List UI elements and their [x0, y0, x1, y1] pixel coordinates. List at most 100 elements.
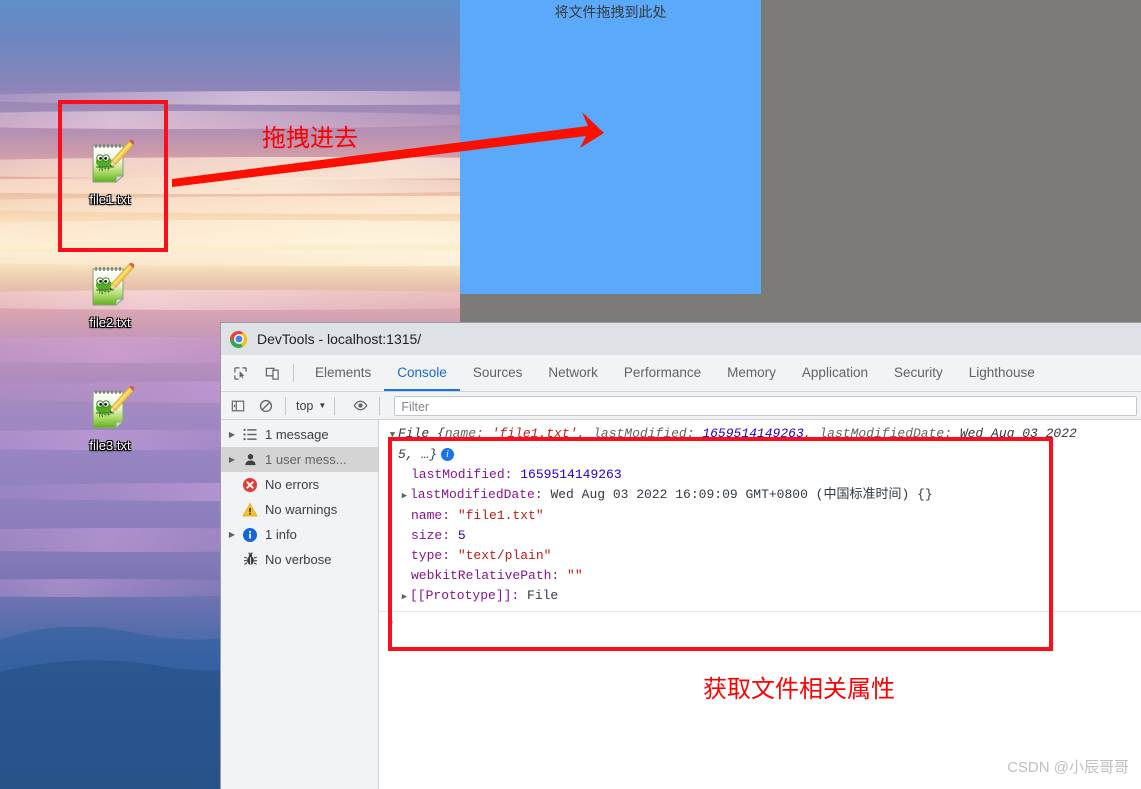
tab-memory[interactable]: Memory: [714, 355, 789, 391]
sidebar-item-user-messages[interactable]: ▶ 1 user mess...: [221, 447, 378, 472]
info-icon: [239, 527, 261, 543]
inspect-element-icon[interactable]: [227, 360, 253, 386]
csdn-watermark: CSDN @小辰哥哥: [1007, 759, 1129, 776]
console-sidebar: ▶ 1 message ▶ 1 user mess... No errors N…: [221, 420, 379, 789]
user-icon: [239, 452, 261, 467]
toolbar-divider: [293, 364, 294, 382]
sidebar-item-errors[interactable]: No errors: [221, 472, 378, 497]
list-icon: [239, 428, 261, 441]
console-toolbar-divider-2: [334, 396, 336, 415]
desktop-icon-label: file2.txt: [89, 315, 131, 330]
drop-zone-label: 将文件拖拽到此处: [554, 4, 667, 20]
log-summary-prefix: File {: [398, 426, 445, 441]
sidebar-item-verbose[interactable]: No verbose: [221, 547, 378, 572]
sidebar-item-messages[interactable]: ▶ 1 message: [221, 422, 378, 447]
prop-value: "file1.txt": [457, 508, 544, 523]
prop-key: size:: [411, 528, 451, 543]
tab-application[interactable]: Application: [789, 355, 881, 391]
tab-sources[interactable]: Sources: [460, 355, 536, 391]
file-drop-zone[interactable]: 将文件拖拽到此处: [460, 0, 761, 294]
execution-context-select[interactable]: top ▼: [296, 399, 326, 413]
log-summary-sep2: ,: [803, 426, 812, 441]
desktop-icon-label: file3.txt: [89, 438, 131, 453]
log-prop-prototype[interactable]: ▶ [[Prototype]]: File: [379, 586, 1141, 607]
sidebar-item-label: 1 message: [265, 427, 329, 442]
expand-toggle-icon[interactable]: ▼: [387, 425, 398, 445]
tab-console[interactable]: Console: [384, 355, 460, 391]
console-output: ▼ File {name: 'file1.txt', lastModified: …: [379, 420, 1141, 789]
console-toolbar-divider-3: [379, 396, 381, 415]
log-summary-wrap-tail: 5, …}: [398, 447, 438, 462]
sidebar-item-label: 1 user mess...: [265, 452, 347, 467]
log-info-badge-icon[interactable]: i: [441, 448, 455, 461]
prop-value: 1659514149263: [520, 467, 622, 482]
sidebar-item-label: No errors: [265, 477, 320, 492]
chevron-right-icon[interactable]: ▶: [225, 430, 239, 439]
chevron-right-icon[interactable]: ▶: [399, 587, 410, 607]
tab-network[interactable]: Network: [535, 355, 611, 391]
chrome-logo-icon: [230, 330, 247, 348]
chevron-down-icon: ▼: [318, 401, 327, 410]
log-summary-key-lastmodified: lastModified:: [593, 426, 695, 441]
prop-value: Wed Aug 03 2022 16:09:09 GMT+0800 (中国标准时…: [550, 487, 933, 502]
devtools-title: DevTools - localhost:1315/: [257, 331, 422, 347]
devtools-titlebar: DevTools - localhost:1315/: [221, 323, 1141, 355]
tab-lighthouse[interactable]: Lighthouse: [956, 355, 1048, 391]
console-toolbar: top ▼ Filter: [221, 392, 1141, 420]
prop-value: File: [527, 588, 559, 603]
console-body: ▶ 1 message ▶ 1 user mess... No errors N…: [221, 420, 1141, 789]
sidebar-item-label: No verbose: [265, 552, 332, 567]
log-summary-key-name: name:: [444, 426, 484, 441]
notepadpp-document-icon: N++: [86, 138, 136, 188]
sidebar-item-label: No warnings: [265, 502, 338, 517]
sidebar-item-info[interactable]: ▶ 1 info: [221, 522, 378, 547]
prompt-caret-icon: ❯: [387, 615, 395, 630]
chevron-right-icon[interactable]: ▶: [225, 455, 239, 464]
browser-viewport: 将文件拖拽到此处: [460, 0, 1141, 322]
devtools-window: DevTools - localhost:1315/ Elements Cons…: [220, 322, 1141, 789]
desktop-icon-file1[interactable]: N++ file1.txt: [62, 138, 158, 207]
tab-security[interactable]: Security: [881, 355, 956, 391]
console-prompt[interactable]: ❯: [379, 612, 1141, 634]
show-console-sidebar-icon[interactable]: [227, 395, 249, 417]
desktop-icon-file2[interactable]: N++ file2.txt: [62, 261, 158, 330]
filter-input[interactable]: Filter: [394, 395, 1137, 416]
live-expression-icon[interactable]: [349, 395, 371, 417]
console-log-entry[interactable]: ▼ File {name: 'file1.txt', lastModified: …: [379, 420, 1141, 634]
chevron-right-icon[interactable]: ▶: [399, 486, 410, 506]
sidebar-item-warnings[interactable]: No warnings: [221, 497, 378, 522]
chevron-right-icon[interactable]: ▶: [225, 530, 239, 539]
execution-context-value: top: [296, 398, 314, 413]
warning-icon: [239, 502, 261, 518]
log-summary-line[interactable]: ▼ File {name: 'file1.txt', lastModified: …: [379, 424, 1141, 445]
annotation-drag-text: 拖拽进去: [262, 125, 358, 152]
tab-performance[interactable]: Performance: [611, 355, 714, 391]
sidebar-item-label: 1 info: [265, 527, 297, 542]
log-summary-wrap-line: 5, …} i: [379, 445, 1141, 465]
svg-text:N++: N++: [99, 413, 111, 419]
desktop-icon-file3[interactable]: N++ file3.txt: [62, 384, 158, 453]
prop-key: name:: [411, 508, 451, 523]
log-summary-key-lastmodifieddate: lastModifiedDate:: [819, 426, 952, 441]
tab-elements[interactable]: Elements: [302, 355, 384, 391]
log-prop-lastmodified: lastModified: 1659514149263: [379, 465, 1141, 485]
prop-value: 5: [457, 528, 466, 543]
clear-console-icon[interactable]: [255, 395, 277, 417]
notepadpp-document-icon: N++: [86, 261, 136, 311]
prop-key: [[Prototype]]:: [410, 588, 520, 603]
log-summary-value-lastmodified: 1659514149263: [702, 426, 804, 441]
console-toolbar-divider-1: [285, 396, 286, 415]
log-prop-name: name: "file1.txt": [379, 506, 1141, 526]
prop-value: "": [567, 568, 583, 583]
notepadpp-document-icon: N++: [86, 384, 136, 434]
device-toolbar-icon[interactable]: [259, 360, 285, 386]
svg-text:N++: N++: [99, 167, 111, 173]
screenshot-root: N++ file1.txt N++ file2.txt N++ file3.tx…: [0, 0, 1141, 789]
prop-value: "text/plain": [457, 548, 552, 563]
log-prop-lastmodifieddate[interactable]: ▶ lastModifiedDate: Wed Aug 03 2022 16:09…: [379, 485, 1141, 506]
log-summary-value-lastmodifieddate: Wed Aug 03 2022: [959, 426, 1077, 441]
prop-key: type:: [411, 548, 451, 563]
devtools-tabbar: Elements Console Sources Network Perform…: [221, 355, 1141, 392]
svg-text:N++: N++: [99, 290, 111, 296]
log-summary-value-name: 'file1.txt': [491, 426, 578, 441]
